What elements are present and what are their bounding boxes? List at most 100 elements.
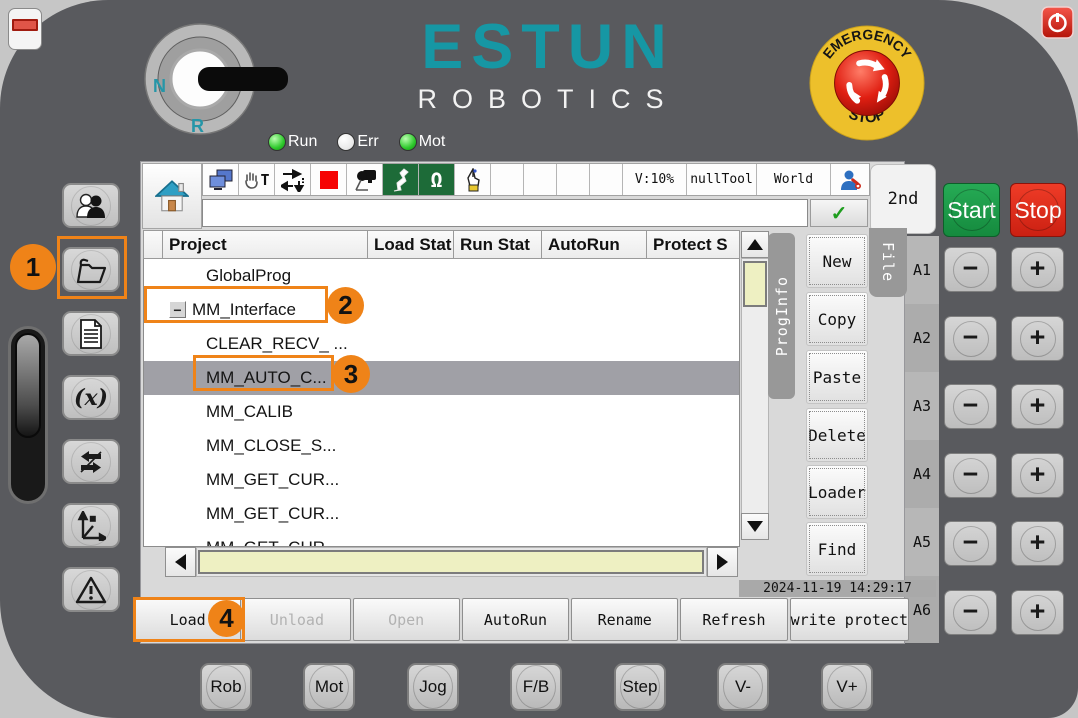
a1-minus-button[interactable]: − bbox=[944, 247, 997, 292]
a4-minus-button[interactable]: − bbox=[944, 453, 997, 498]
new-button[interactable]: New bbox=[806, 234, 868, 288]
tree-row-mm-get-cur-2[interactable]: MM_GET_CUR... bbox=[144, 497, 739, 531]
point-hand-button[interactable] bbox=[455, 164, 491, 195]
delete-button[interactable]: Delete bbox=[806, 408, 868, 462]
paste-button[interactable]: Paste bbox=[806, 350, 868, 404]
brand-logo-sub: ROBOTICS bbox=[417, 84, 679, 114]
jog-wheel-handle[interactable] bbox=[8, 326, 48, 504]
header-project[interactable]: Project bbox=[163, 230, 368, 259]
annotation-circle-4: 4 bbox=[208, 600, 245, 637]
a2-minus-button[interactable]: − bbox=[944, 316, 997, 361]
loader-button[interactable]: Loader bbox=[806, 465, 868, 519]
autorun-button[interactable]: AutoRun bbox=[461, 598, 570, 641]
bottom-button-bar: Load Unload Open AutoRun Rename Refresh … bbox=[134, 598, 909, 641]
annotation-circle-3: 3 bbox=[332, 355, 370, 393]
document-icon bbox=[80, 318, 102, 349]
user-settings-button[interactable] bbox=[831, 164, 869, 195]
vertical-scroll-thumb[interactable] bbox=[743, 261, 767, 307]
arrow-right-icon bbox=[717, 554, 728, 570]
a3-minus-button[interactable]: − bbox=[944, 384, 997, 429]
a4-plus-button[interactable]: + bbox=[1011, 453, 1064, 498]
monitor-tool-button[interactable] bbox=[203, 164, 239, 195]
user-wrench-icon bbox=[841, 170, 861, 190]
annotation-circle-2: 2 bbox=[327, 287, 364, 324]
alarm-log-button[interactable] bbox=[62, 567, 120, 612]
user-login-button[interactable] bbox=[62, 183, 120, 228]
run-led-label: Run bbox=[288, 133, 318, 150]
a5-plus-button[interactable]: + bbox=[1011, 521, 1064, 566]
unload-button[interactable]: Unload bbox=[243, 598, 351, 641]
v-minus-key[interactable]: V- bbox=[717, 663, 769, 711]
mot-led bbox=[398, 133, 417, 151]
confirm-button[interactable]: ✓ bbox=[810, 199, 868, 227]
toolbar: T Ω V:10% nullTool World bbox=[202, 163, 870, 196]
err-led bbox=[337, 133, 356, 151]
tab-file-label: File bbox=[879, 242, 897, 283]
toolbar-empty-cell bbox=[524, 164, 557, 195]
tree-row-mm-calib[interactable]: MM_CALIB bbox=[144, 395, 739, 429]
tool-indicator[interactable]: nullTool bbox=[687, 164, 757, 195]
eject-button[interactable] bbox=[8, 8, 42, 50]
robot-tool-button[interactable] bbox=[383, 164, 419, 195]
refresh-button[interactable]: Refresh bbox=[680, 598, 788, 641]
frame-indicator[interactable]: World bbox=[757, 164, 831, 195]
robot-arm-icon bbox=[393, 167, 409, 191]
io-button[interactable] bbox=[62, 439, 120, 484]
scroll-right-button[interactable] bbox=[707, 547, 738, 577]
a6-plus-button[interactable]: + bbox=[1011, 590, 1064, 635]
copy-button[interactable]: Copy bbox=[806, 292, 868, 346]
err-led-label: Err bbox=[357, 133, 379, 150]
tree-row-mm-get-cur-1[interactable]: MM_GET_CUR... bbox=[144, 463, 739, 497]
rob-key[interactable]: Rob bbox=[200, 663, 252, 711]
start-button[interactable]: Start bbox=[943, 183, 1000, 237]
tab-file[interactable]: File bbox=[869, 228, 907, 297]
a3-plus-button[interactable]: + bbox=[1011, 384, 1064, 429]
hand-teach-button[interactable]: T bbox=[239, 164, 275, 195]
fb-key[interactable]: F/B bbox=[510, 663, 562, 711]
tab-proginfo[interactable]: ProgInfo bbox=[768, 233, 795, 399]
tree-row-mm-close-s[interactable]: MM_CLOSE_S... bbox=[144, 429, 739, 463]
key-pos-r: R bbox=[191, 116, 204, 136]
eject-icon bbox=[12, 19, 38, 31]
arch-tool-button[interactable]: Ω bbox=[419, 164, 455, 195]
scroll-down-button[interactable] bbox=[741, 513, 769, 540]
tree-row-mm-get-cur-3-clipped[interactable]: MM_GET_CUR bbox=[144, 531, 739, 546]
stop-tool-button[interactable] bbox=[311, 164, 347, 195]
a6-minus-button[interactable]: − bbox=[944, 590, 997, 635]
mode-key-switch[interactable]: N R bbox=[143, 22, 293, 136]
mot-key[interactable]: Mot bbox=[303, 663, 355, 711]
scroll-left-button[interactable] bbox=[165, 547, 196, 577]
header-blank-cell bbox=[143, 230, 163, 259]
horizontal-scroll-thumb[interactable] bbox=[198, 550, 704, 574]
variables-button[interactable]: (x) bbox=[62, 375, 120, 420]
rename-button[interactable]: Rename bbox=[571, 598, 679, 641]
velocity-indicator[interactable]: V:10% bbox=[623, 164, 687, 195]
a2-plus-button[interactable]: + bbox=[1011, 316, 1064, 361]
converge-arrows-button[interactable] bbox=[275, 164, 311, 195]
coordinate-frame-button[interactable] bbox=[62, 503, 120, 548]
status-leds: Run Err Mot bbox=[268, 133, 445, 151]
header-run-state[interactable]: Run Stat bbox=[454, 230, 542, 259]
second-function-tab[interactable]: 2nd bbox=[870, 164, 936, 234]
program-editor-button[interactable] bbox=[62, 311, 120, 356]
step-key[interactable]: Step bbox=[614, 663, 666, 711]
a1-plus-button[interactable]: + bbox=[1011, 247, 1064, 292]
command-input[interactable] bbox=[202, 199, 808, 227]
header-autorun[interactable]: AutoRun bbox=[542, 230, 647, 259]
write-protect-button[interactable]: write protect bbox=[789, 598, 909, 641]
home-button[interactable] bbox=[142, 163, 202, 229]
power-button[interactable] bbox=[1041, 6, 1074, 39]
header-protect-state[interactable]: Protect S bbox=[647, 230, 740, 259]
stop-button[interactable]: Stop bbox=[1010, 183, 1066, 237]
jog-key[interactable]: Jog bbox=[407, 663, 459, 711]
find-button[interactable]: Find bbox=[806, 522, 868, 576]
a5-minus-button[interactable]: − bbox=[944, 521, 997, 566]
toolbar-empty-cell bbox=[491, 164, 524, 195]
emergency-stop-button[interactable]: EMERGENCY STOP bbox=[808, 24, 926, 142]
open-button[interactable]: Open bbox=[352, 598, 460, 641]
v-plus-key[interactable]: V+ bbox=[821, 663, 873, 711]
motor-tool-button[interactable] bbox=[347, 164, 383, 195]
header-load-state[interactable]: Load Stat bbox=[368, 230, 454, 259]
axes-icon bbox=[77, 510, 106, 541]
scroll-up-button[interactable] bbox=[741, 231, 769, 258]
